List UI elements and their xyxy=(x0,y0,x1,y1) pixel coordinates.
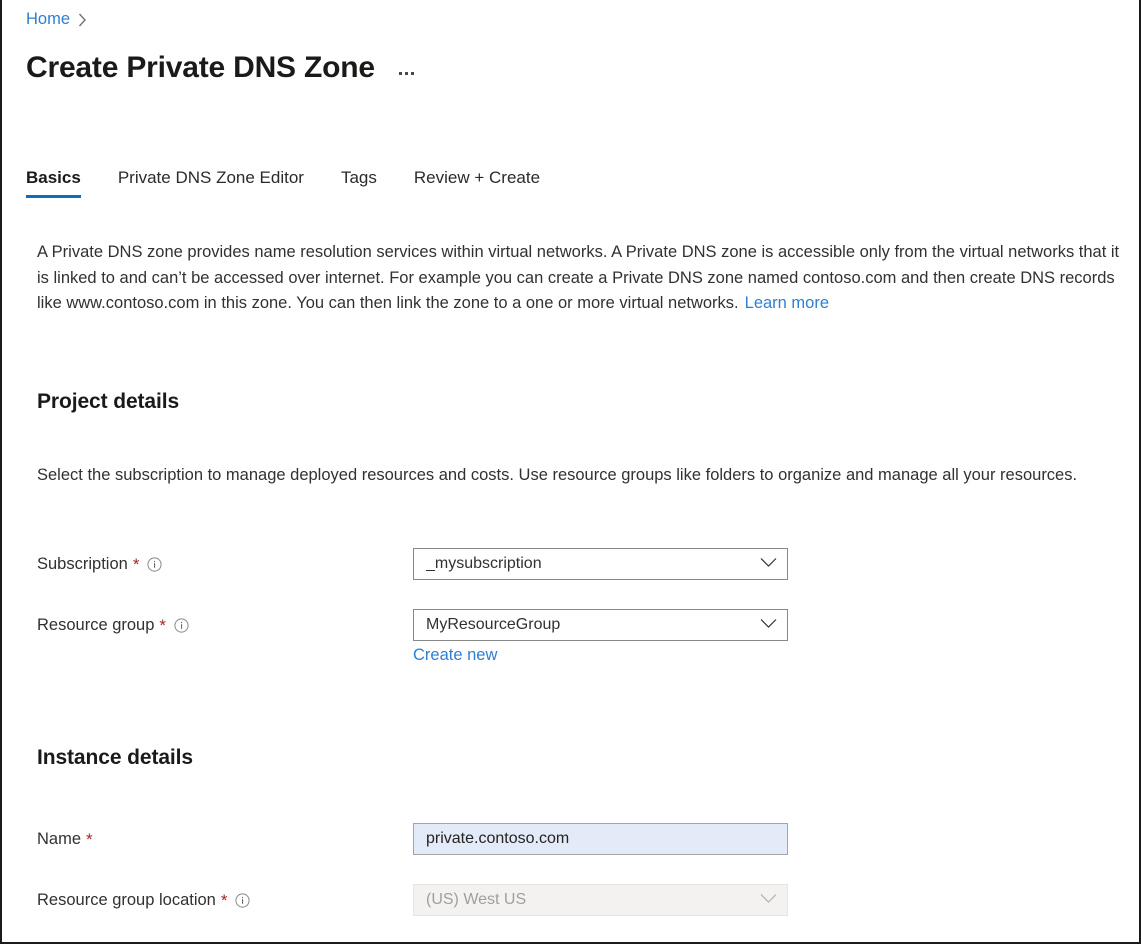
tab-basics[interactable]: Basics xyxy=(26,168,81,198)
create-new-resource-group-link[interactable]: Create new xyxy=(413,646,497,665)
tab-bar: Basics Private DNS Zone Editor Tags Revi… xyxy=(26,168,577,198)
name-input[interactable] xyxy=(413,823,788,855)
chevron-down-icon xyxy=(760,555,777,573)
tab-tags[interactable]: Tags xyxy=(341,168,396,198)
name-control xyxy=(413,823,788,855)
resource-group-location-value: (US) West US xyxy=(426,891,526,909)
chevron-right-icon xyxy=(78,13,87,27)
intro-text: A Private DNS zone provides name resolut… xyxy=(37,243,1119,312)
required-asterisk: * xyxy=(133,556,140,573)
resource-group-dropdown[interactable]: MyResourceGroup xyxy=(413,609,788,641)
name-label: Name * xyxy=(37,830,413,849)
ellipsis-dot xyxy=(405,72,408,75)
info-circle-icon[interactable] xyxy=(174,618,189,633)
ellipsis-dot xyxy=(399,72,402,75)
subscription-value: _mysubscription xyxy=(426,555,542,573)
tab-private-dns-zone-editor[interactable]: Private DNS Zone Editor xyxy=(118,168,323,198)
subscription-field-row: Subscription * _mysubscription xyxy=(37,548,797,580)
tab-review-create[interactable]: Review + Create xyxy=(414,168,559,198)
subscription-label-text: Subscription xyxy=(37,555,128,574)
info-circle-icon[interactable] xyxy=(147,557,162,572)
required-asterisk: * xyxy=(159,617,166,634)
resource-group-location-dropdown: (US) West US xyxy=(413,884,788,916)
required-asterisk: * xyxy=(86,831,93,848)
intro-description: A Private DNS zone provides name resolut… xyxy=(37,240,1122,317)
breadcrumb-item-home[interactable]: Home xyxy=(26,10,70,30)
resource-group-control: MyResourceGroup xyxy=(413,609,788,641)
page-header: Create Private DNS Zone xyxy=(26,50,416,86)
project-details-description: Select the subscription to manage deploy… xyxy=(37,463,1122,489)
learn-more-link[interactable]: Learn more xyxy=(745,294,829,312)
ellipsis-dot xyxy=(411,72,414,75)
subscription-label: Subscription * xyxy=(37,555,413,574)
name-field-row: Name * xyxy=(37,823,797,855)
resource-group-location-label: Resource group location * xyxy=(37,891,413,910)
subscription-dropdown[interactable]: _mysubscription xyxy=(413,548,788,580)
resource-group-label-text: Resource group xyxy=(37,616,154,635)
info-circle-icon[interactable] xyxy=(235,893,250,908)
project-details-heading: Project details xyxy=(37,390,179,414)
breadcrumb: Home xyxy=(26,10,87,30)
subscription-control: _mysubscription xyxy=(413,548,788,580)
resource-group-location-field-row: Resource group location * (US) West US xyxy=(37,884,797,916)
name-label-text: Name xyxy=(37,830,81,849)
resource-group-location-label-text: Resource group location xyxy=(37,891,216,910)
create-private-dns-zone-blade: Home Create Private DNS Zone Basics Priv… xyxy=(0,0,1141,944)
chevron-down-icon xyxy=(760,891,777,909)
resource-group-location-control: (US) West US xyxy=(413,884,788,916)
resource-group-field-row: Resource group * MyResourceGroup xyxy=(37,609,797,641)
chevron-down-icon xyxy=(760,616,777,634)
ellipsis-icon[interactable] xyxy=(397,57,416,79)
instance-details-heading: Instance details xyxy=(37,746,193,770)
page-title: Create Private DNS Zone xyxy=(26,50,375,86)
resource-group-label: Resource group * xyxy=(37,616,413,635)
required-asterisk: * xyxy=(221,892,228,909)
resource-group-value: MyResourceGroup xyxy=(426,616,560,634)
